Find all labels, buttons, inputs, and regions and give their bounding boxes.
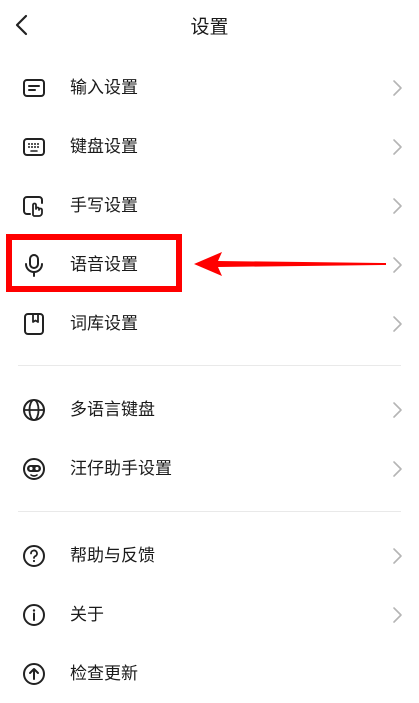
settings-item-label: 多语言键盘: [70, 400, 155, 420]
chevron-right-icon: [393, 316, 402, 332]
help-icon: [23, 545, 45, 567]
chevron-right-icon: [393, 402, 402, 418]
chevron-right-icon: [393, 80, 402, 96]
section-divider: [18, 365, 401, 366]
settings-item-label: 关于: [70, 605, 104, 625]
info-icon: [23, 604, 45, 626]
keyboard-icon: [23, 138, 45, 156]
settings-item-label: 词库设置: [70, 314, 138, 334]
settings-item-label: 键盘设置: [70, 137, 138, 157]
settings-item-input[interactable]: 输入设置: [0, 62, 419, 114]
settings-item-label: 检查更新: [70, 664, 138, 684]
chevron-right-icon: [393, 461, 402, 477]
settings-item-about[interactable]: 关于: [0, 589, 419, 641]
settings-item-assistant[interactable]: 汪仔助手设置: [0, 443, 419, 495]
update-icon: [23, 663, 45, 685]
settings-item-label: 帮助与反馈: [70, 546, 155, 566]
highlight-box: [6, 234, 182, 292]
input-settings-icon: [23, 79, 45, 97]
settings-item-keyboard[interactable]: 键盘设置: [0, 121, 419, 173]
assistant-icon: [23, 458, 45, 480]
dictionary-icon: [24, 313, 44, 335]
settings-item-multilanguage[interactable]: 多语言键盘: [0, 384, 419, 436]
annotation-arrow-icon: [194, 252, 386, 276]
settings-item-help[interactable]: 帮助与反馈: [0, 530, 419, 582]
section-divider: [18, 511, 401, 512]
settings-item-handwriting[interactable]: 手写设置: [0, 180, 419, 232]
chevron-right-icon: [393, 607, 402, 623]
settings-item-check-update[interactable]: 检查更新: [0, 648, 419, 700]
chevron-right-icon: [393, 198, 402, 214]
chevron-right-icon: [393, 257, 402, 273]
settings-item-label: 输入设置: [70, 78, 138, 98]
chevron-right-icon: [393, 139, 402, 155]
settings-item-label: 汪仔助手设置: [70, 459, 172, 479]
handwriting-icon: [23, 196, 43, 217]
header: 设置: [0, 0, 419, 52]
globe-icon: [23, 399, 45, 421]
chevron-right-icon: [393, 548, 402, 564]
settings-item-label: 手写设置: [70, 196, 138, 216]
settings-item-dictionary[interactable]: 词库设置: [0, 298, 419, 350]
page-title: 设置: [190, 16, 229, 38]
